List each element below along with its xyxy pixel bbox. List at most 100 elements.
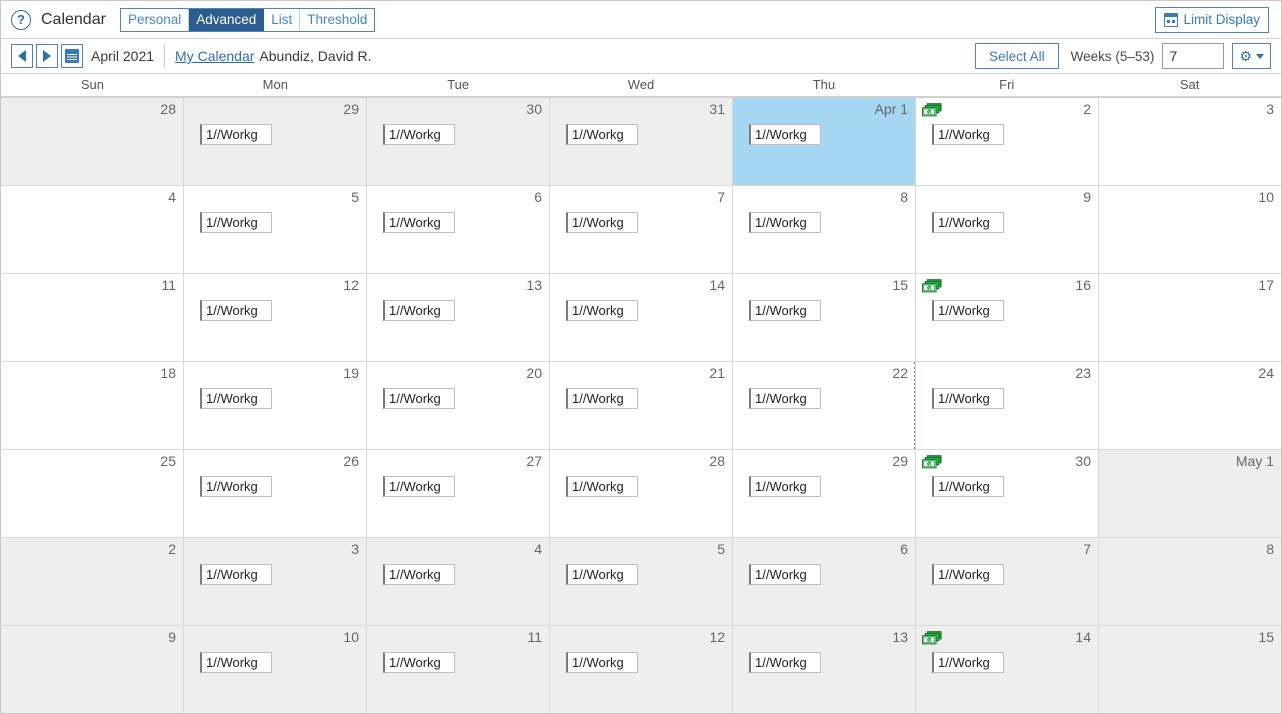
- calendar-event[interactable]: 1//Workg: [200, 300, 272, 321]
- calendar-event[interactable]: 1//Workg: [383, 300, 455, 321]
- day-cell[interactable]: 20 1//Workg: [367, 362, 550, 449]
- calendar-event[interactable]: 1//Workg: [749, 212, 821, 233]
- calendar-event[interactable]: 1//Workg: [566, 212, 638, 233]
- day-cell[interactable]: 11: [1, 274, 184, 361]
- tab-list[interactable]: List: [264, 8, 301, 31]
- day-cell[interactable]: 9: [1, 626, 184, 713]
- day-cell[interactable]: 12 1//Workg: [184, 274, 367, 361]
- day-cell[interactable]: 11 1//Workg: [367, 626, 550, 713]
- calendar-event[interactable]: 1//Workg: [749, 652, 821, 673]
- day-cell[interactable]: $2 1//Workg: [916, 98, 1099, 185]
- calendar-event[interactable]: 1//Workg: [932, 476, 1004, 497]
- day-number: 2: [168, 541, 176, 557]
- day-cell[interactable]: 8: [1099, 538, 1281, 625]
- calendar-event[interactable]: 1//Workg: [566, 388, 638, 409]
- day-cell[interactable]: 3 1//Workg: [184, 538, 367, 625]
- calendar-event[interactable]: 1//Workg: [200, 564, 272, 585]
- day-cell[interactable]: 8 1//Workg: [733, 186, 916, 273]
- day-cell[interactable]: 10 1//Workg: [184, 626, 367, 713]
- day-cell[interactable]: 25: [1, 450, 184, 537]
- day-cell[interactable]: 5 1//Workg: [184, 186, 367, 273]
- day-cell[interactable]: 7 1//Workg: [916, 538, 1099, 625]
- day-cell[interactable]: 12 1//Workg: [550, 626, 733, 713]
- day-cell[interactable]: 10: [1099, 186, 1281, 273]
- day-cell[interactable]: Apr 1 1//Workg: [733, 98, 916, 185]
- day-cell[interactable]: 9 1//Workg: [916, 186, 1099, 273]
- day-cell[interactable]: 14 1//Workg: [550, 274, 733, 361]
- next-month-button[interactable]: [36, 44, 58, 68]
- day-cell[interactable]: 13 1//Workg: [733, 626, 916, 713]
- day-cell[interactable]: 26 1//Workg: [184, 450, 367, 537]
- day-cell[interactable]: 7 1//Workg: [550, 186, 733, 273]
- day-cell[interactable]: $30 1//Workg: [916, 450, 1099, 537]
- day-cell[interactable]: 6 1//Workg: [367, 186, 550, 273]
- calendar-event[interactable]: 1//Workg: [566, 300, 638, 321]
- calendar-event[interactable]: 1//Workg: [932, 124, 1004, 145]
- calendar-event[interactable]: 1//Workg: [749, 300, 821, 321]
- calendar-event[interactable]: 1//Workg: [749, 564, 821, 585]
- day-cell[interactable]: 4 1//Workg: [367, 538, 550, 625]
- calendar-event[interactable]: 1//Workg: [200, 388, 272, 409]
- day-cell[interactable]: 15: [1099, 626, 1281, 713]
- day-cell[interactable]: 23 1//Workg: [916, 362, 1099, 449]
- day-cell[interactable]: 29 1//Workg: [733, 450, 916, 537]
- calendar-event[interactable]: 1//Workg: [200, 124, 272, 145]
- calendar-event[interactable]: 1//Workg: [383, 652, 455, 673]
- day-cell[interactable]: 13 1//Workg: [367, 274, 550, 361]
- calendar-event[interactable]: 1//Workg: [749, 124, 821, 145]
- calendar-event[interactable]: 1//Workg: [383, 388, 455, 409]
- settings-menu-button[interactable]: ⚙: [1232, 43, 1271, 69]
- calendar-event[interactable]: 1//Workg: [749, 388, 821, 409]
- day-cell[interactable]: 2: [1, 538, 184, 625]
- calendar-event[interactable]: 1//Workg: [200, 212, 272, 233]
- select-all-button[interactable]: Select All: [975, 43, 1059, 69]
- day-cell[interactable]: 4: [1, 186, 184, 273]
- calendar-event[interactable]: 1//Workg: [383, 564, 455, 585]
- day-cell[interactable]: May 1: [1099, 450, 1281, 537]
- calendar-event[interactable]: 1//Workg: [932, 388, 1004, 409]
- day-cell[interactable]: 28: [1, 98, 184, 185]
- calendar-event[interactable]: 1//Workg: [200, 476, 272, 497]
- date-picker-button[interactable]: [61, 44, 83, 68]
- day-cell[interactable]: 3: [1099, 98, 1281, 185]
- calendar-event[interactable]: 1//Workg: [749, 476, 821, 497]
- calendar-event[interactable]: 1//Workg: [932, 212, 1004, 233]
- day-cell[interactable]: 18: [1, 362, 184, 449]
- my-calendar-link[interactable]: My Calendar: [175, 48, 254, 64]
- calendar-event[interactable]: 1//Workg: [566, 476, 638, 497]
- calendar-event[interactable]: 1//Workg: [566, 652, 638, 673]
- calendar-event[interactable]: 1//Workg: [566, 564, 638, 585]
- limit-display-button[interactable]: Limit Display: [1155, 6, 1269, 33]
- day-cell[interactable]: 5 1//Workg: [550, 538, 733, 625]
- calendar-event[interactable]: 1//Workg: [566, 124, 638, 145]
- calendar-event[interactable]: 1//Workg: [383, 476, 455, 497]
- day-cell[interactable]: 17: [1099, 274, 1281, 361]
- day-cell[interactable]: 24: [1099, 362, 1281, 449]
- calendar-event[interactable]: 1//Workg: [932, 652, 1004, 673]
- day-cell[interactable]: 28 1//Workg: [550, 450, 733, 537]
- day-cell[interactable]: 15 1//Workg: [733, 274, 916, 361]
- calendar-event[interactable]: 1//Workg: [932, 300, 1004, 321]
- day-cell[interactable]: $14 1//Workg: [916, 626, 1099, 713]
- day-cell[interactable]: 6 1//Workg: [733, 538, 916, 625]
- tab-advanced[interactable]: Advanced: [189, 8, 265, 31]
- day-cell[interactable]: 31 1//Workg: [550, 98, 733, 185]
- calendar-event[interactable]: 1//Workg: [932, 564, 1004, 585]
- calendar-event[interactable]: 1//Workg: [383, 124, 455, 145]
- tab-threshold[interactable]: Threshold: [300, 8, 375, 31]
- weeks-input[interactable]: [1162, 43, 1225, 69]
- previous-month-button[interactable]: [11, 44, 33, 68]
- day-cell[interactable]: 22 1//Workg: [733, 362, 916, 449]
- calendar-event[interactable]: 1//Workg: [200, 652, 272, 673]
- day-cell[interactable]: 21 1//Workg: [550, 362, 733, 449]
- day-cell[interactable]: 30 1//Workg: [367, 98, 550, 185]
- day-cell[interactable]: 27 1//Workg: [367, 450, 550, 537]
- day-cell[interactable]: $16 1//Workg: [916, 274, 1099, 361]
- day-number: 15: [1258, 629, 1274, 645]
- day-cell[interactable]: 19 1//Workg: [184, 362, 367, 449]
- day-number: 4: [168, 189, 176, 205]
- calendar-event[interactable]: 1//Workg: [383, 212, 455, 233]
- day-cell[interactable]: 29 1//Workg: [184, 98, 367, 185]
- tab-personal[interactable]: Personal: [120, 8, 190, 31]
- help-circle-icon[interactable]: ?: [11, 9, 31, 30]
